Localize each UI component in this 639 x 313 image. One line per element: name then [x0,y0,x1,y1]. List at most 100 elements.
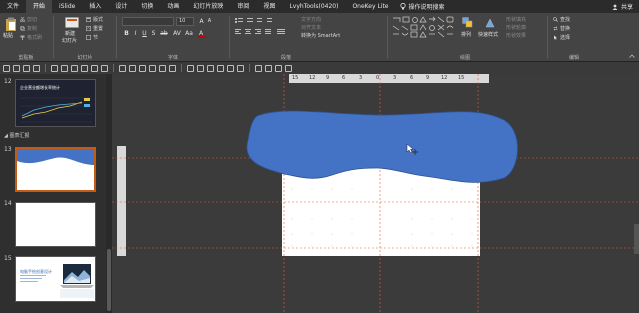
save-icon[interactable] [3,64,10,72]
search-icon [553,17,558,22]
list-icons[interactable] [235,17,279,24]
underline-button[interactable]: U [141,30,148,37]
section-header[interactable]: ◢ 图表汇报 [4,132,29,139]
distribute-h-icon[interactable] [119,64,126,72]
layout-button[interactable]: 版式 [93,17,103,23]
collapse-ribbon-icon[interactable] [629,54,635,58]
shapes-gallery[interactable] [392,16,456,40]
group-icon[interactable] [139,64,146,72]
redo-icon[interactable] [23,64,30,72]
shrink-font-button[interactable]: A [206,18,213,25]
combine-icon[interactable] [207,64,214,72]
align-text-button[interactable]: 对齐文本 [301,25,321,31]
tab-design[interactable]: 设计 [108,0,134,13]
change-case-button[interactable]: Aa [184,30,194,37]
slide-thumbnail-12[interactable]: 企业营业额增长率统计 [15,79,96,127]
tab-islide[interactable]: iSlide [52,0,82,13]
thumb-title: 企业营业额增长率统计 [20,85,60,90]
union-icon[interactable] [197,64,204,72]
laptop-image [60,264,94,298]
find-button[interactable]: 查找 [560,17,570,23]
tab-review[interactable]: 审阅 [230,0,256,13]
shadow-button[interactable]: S [150,30,157,37]
italic-button[interactable]: I [132,30,139,37]
ribbon-divider [116,16,117,58]
tab-view[interactable]: 视图 [256,0,282,13]
fragment-icon[interactable] [217,64,224,72]
align-middle-icon[interactable] [91,64,98,72]
align-left-icon[interactable] [51,64,58,72]
align-bottom-icon[interactable] [101,64,108,72]
ribbon-divider [547,16,548,58]
slide-overlay [112,74,639,313]
align-icons[interactable] [235,29,289,36]
quick-styles-icon[interactable] [484,17,496,29]
strikethrough-button[interactable]: ab [159,30,169,37]
selection-pane-icon[interactable] [265,64,272,72]
reset-button[interactable]: 重置 [93,26,103,32]
slide-thumbnail-14[interactable] [15,202,96,247]
cut-button[interactable]: 剪切 [27,17,37,23]
scrollbar-thumb[interactable] [107,249,111,311]
section-button[interactable]: 节 [93,35,98,41]
tell-me-search[interactable]: 操作说明搜索 [399,2,445,11]
merge-shapes-icon[interactable] [187,64,194,72]
grid-icon[interactable] [33,64,40,72]
tab-file[interactable]: 文件 [0,0,26,13]
distribute-v-icon[interactable] [129,64,136,72]
tab-insert[interactable]: 插入 [82,0,108,13]
share-button[interactable]: 共享 [612,0,633,13]
tab-lvyhtools[interactable]: LvyhTools(0420) [282,0,345,13]
bold-button[interactable]: B [123,30,130,37]
person-icon [612,4,618,10]
wave-shape[interactable] [246,110,518,183]
slide-number: 14 [4,200,12,207]
quick-styles-label: 快速样式 [478,32,499,38]
tab-animations[interactable]: 动画 [160,0,186,13]
char-spacing-button[interactable]: AV [172,30,182,37]
bring-forward-icon[interactable] [159,64,166,72]
font-name-dropdown[interactable] [122,17,174,26]
tab-slideshow[interactable]: 幻灯片放映 [186,0,230,13]
new-slide-label: 新建 [65,31,76,37]
slide-thumbnail-13[interactable] [15,147,96,192]
rotate-icon[interactable] [275,64,282,72]
align-right-icon[interactable] [71,64,78,72]
powerpoint-window: 文件 开始 iSlide 插入 设计 切换 动画 幻灯片放映 审阅 视图 Lvy… [0,0,639,313]
copy-button[interactable]: 复制 [27,26,37,32]
shape-outline-button[interactable]: 形状轮廓 [506,25,526,31]
font-size-dropdown[interactable]: 10 [176,17,194,26]
ungroup-icon[interactable] [149,64,156,72]
align-center-icon[interactable] [61,64,68,72]
format-painter-button[interactable]: 格式刷 [27,35,42,41]
shape-effects-button[interactable]: 形状效果 [506,33,526,39]
arrange-icon[interactable] [462,17,473,29]
ribbon-divider [229,16,230,58]
paste-icon[interactable] [5,17,17,31]
clipboard-group: 粘贴 剪切 复制 格式刷 剪贴板 [0,13,52,62]
canvas-scrollbar[interactable] [634,224,639,254]
smartart-button[interactable]: 转换为 SmartArt [301,33,340,39]
clipboard-group-label: 剪贴板 [18,55,34,61]
slide-editor-canvas: 15 12 9 6 3 0 3 6 9 12 15 [112,74,639,313]
select-button[interactable]: 选择 [560,35,570,41]
slides-group: 新建 幻灯片 版式 重置 节 幻灯片 [55,13,115,62]
slide-thumbnail-15[interactable]: 电脑手绘创意设计 [15,256,96,302]
intersect-icon[interactable] [227,64,234,72]
flip-icon[interactable] [285,64,292,72]
subtract-icon[interactable] [237,64,244,72]
eyedropper-icon[interactable] [255,64,262,72]
tab-onekey[interactable]: OneKey Lite [345,0,395,13]
new-slide-icon[interactable] [65,17,79,29]
tab-home[interactable]: 开始 [26,0,53,13]
replace-button[interactable]: 替换 [560,26,570,32]
tab-transitions[interactable]: 切换 [134,0,160,13]
text-direction-button[interactable]: 文字方向 [301,17,321,23]
send-backward-icon[interactable] [169,64,176,72]
section-icon [86,35,91,40]
align-top-icon[interactable] [81,64,88,72]
undo-icon[interactable] [13,64,20,72]
font-color-icon[interactable]: A [198,29,206,38]
grow-font-button[interactable]: A [198,18,205,25]
shape-fill-button[interactable]: 形状填充 [506,17,526,23]
